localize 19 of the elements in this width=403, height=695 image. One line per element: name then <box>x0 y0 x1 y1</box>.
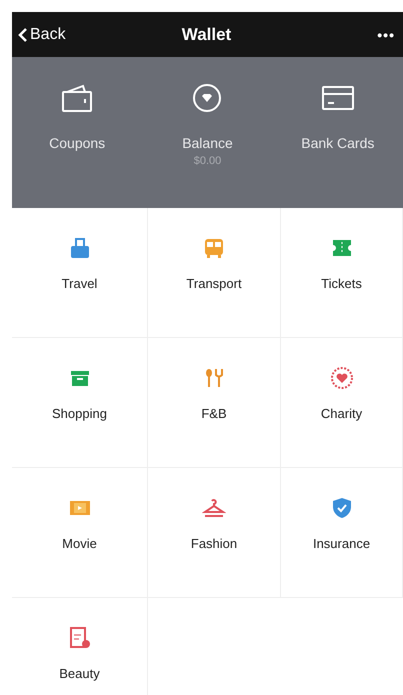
service-tile[interactable]: Shopping <box>12 338 148 468</box>
service-tile[interactable]: Tickets <box>281 208 403 338</box>
service-tile[interactable]: Insurance <box>281 468 403 598</box>
summary-item[interactable]: Balance $0.00 <box>142 57 273 208</box>
summary-item[interactable]: Bank Cards <box>272 57 403 208</box>
diamond-coin-icon <box>192 83 222 113</box>
more-button[interactable]: ••• <box>377 26 395 42</box>
back-button[interactable]: Back <box>18 26 66 44</box>
service-tile[interactable]: Transport <box>148 208 281 338</box>
service-tile[interactable]: Charity <box>281 338 403 468</box>
wallet-icon <box>61 83 94 113</box>
summary-item[interactable]: Coupons <box>12 57 142 208</box>
service-tile[interactable]: F&B <box>148 338 281 468</box>
service-tile[interactable]: Travel <box>12 208 148 338</box>
bank-card-icon <box>320 83 355 113</box>
service-tile[interactable]: Fashion <box>148 468 281 598</box>
page-title: Wallet <box>182 24 232 44</box>
service-tile[interactable]: Movie <box>12 468 148 598</box>
chevron-left-icon <box>18 26 28 42</box>
